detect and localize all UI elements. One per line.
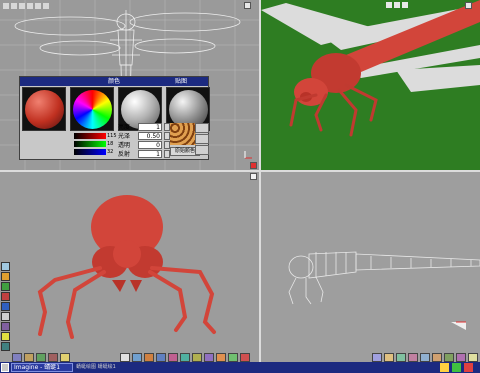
tray-icon[interactable]: [452, 363, 461, 372]
tool-icon[interactable]: [396, 353, 406, 362]
taskbar-app-button[interactable]: Imagine - 蜻蜓1: [11, 363, 73, 372]
material-preview-sphere[interactable]: [22, 87, 66, 131]
tool-icon[interactable]: [1, 292, 10, 301]
gloss-input[interactable]: 0.50: [138, 132, 162, 140]
side-view-wireframe: [288, 251, 480, 330]
rgb-sliders[interactable]: 115 18 32: [74, 133, 117, 157]
gloss-label: 光泽: [118, 133, 131, 140]
color-wheel[interactable]: [70, 87, 114, 131]
front-viewport[interactable]: [0, 172, 259, 362]
tool-icon[interactable]: [468, 353, 478, 362]
tool-icon[interactable]: [192, 353, 202, 362]
tool-icon[interactable]: [1, 342, 10, 351]
tool-icon[interactable]: [384, 353, 394, 362]
tool-icon[interactable]: [24, 353, 34, 362]
material-editor-panel[interactable]: 颜色 贴图 115 18 32 亮度 1 光泽 0.50 透明 0 反射 1 原…: [19, 76, 210, 160]
tool-icon[interactable]: [1, 312, 10, 321]
tool-icon[interactable]: [228, 353, 238, 362]
start-button[interactable]: [1, 363, 9, 372]
tool-icon[interactable]: [168, 353, 178, 362]
tool-icon[interactable]: [132, 353, 142, 362]
transparency-label: 透明: [118, 142, 131, 149]
reflect-label: 反射: [118, 151, 131, 158]
tool-icon[interactable]: [240, 353, 250, 362]
tool-icon[interactable]: [1, 272, 10, 281]
panel-side-button[interactable]: [195, 145, 209, 155]
panel-title-texture: 贴图: [175, 78, 188, 85]
viewport-splitter-vertical[interactable]: [259, 0, 261, 362]
tool-icon[interactable]: [156, 353, 166, 362]
tool-icon[interactable]: [216, 353, 226, 362]
panel-side-button[interactable]: [195, 123, 209, 133]
tool-icon[interactable]: [60, 353, 70, 362]
tool-icon[interactable]: [432, 353, 442, 362]
dragonfly-render: [261, 0, 480, 137]
tool-icon[interactable]: [1, 322, 10, 331]
transparency-input[interactable]: 0: [138, 141, 162, 149]
brightness-label: 亮度: [118, 124, 131, 131]
red-value: 115: [107, 133, 117, 139]
tool-icon[interactable]: [180, 353, 190, 362]
tool-icon[interactable]: [12, 353, 22, 362]
tool-icon[interactable]: [456, 353, 466, 362]
tool-icon[interactable]: [408, 353, 418, 362]
panel-side-button[interactable]: [195, 134, 209, 144]
tool-icon[interactable]: [1, 262, 10, 271]
perspective-viewport[interactable]: [261, 0, 480, 172]
tool-icon[interactable]: [420, 353, 430, 362]
viewport-toggle-icon[interactable]: [250, 162, 257, 169]
blue-value: 32: [107, 149, 114, 155]
viewport-toggle-icon[interactable]: [250, 173, 257, 180]
viewport-splitter-horizontal[interactable]: [0, 170, 480, 172]
tool-icon[interactable]: [120, 353, 130, 362]
brightness-input[interactable]: 1: [138, 123, 162, 131]
tool-icon[interactable]: [372, 353, 382, 362]
tool-icon[interactable]: [1, 302, 10, 311]
tool-icon[interactable]: [1, 282, 10, 291]
texture-swatch-grid[interactable]: [170, 123, 196, 145]
green-value: 18: [107, 141, 114, 147]
tool-icon[interactable]: [48, 353, 58, 362]
viewport-menu-icon[interactable]: [465, 2, 472, 9]
tray-icon[interactable]: [464, 363, 473, 372]
taskbar: Imagine - 蜻蜓1 蜻蜓绘图 蜻蜓绘1: [0, 362, 480, 373]
side-viewport[interactable]: [261, 172, 480, 362]
panel-titlebar[interactable]: 颜色 贴图: [20, 77, 208, 86]
tool-icon[interactable]: [204, 353, 214, 362]
panel-title-color: 颜色: [108, 78, 121, 85]
tool-icon[interactable]: [444, 353, 454, 362]
tray-icon[interactable]: [440, 363, 449, 372]
reflect-input[interactable]: 1: [138, 150, 162, 158]
tool-icon[interactable]: [1, 332, 10, 341]
dragonfly-front-render: [37, 195, 216, 339]
tool-icon[interactable]: [144, 353, 154, 362]
tool-icon[interactable]: [36, 353, 46, 362]
taskbar-status-text: 蜻蜓绘图 蜻蜓绘1: [76, 364, 116, 370]
viewport-menu-icon[interactable]: [244, 2, 251, 9]
